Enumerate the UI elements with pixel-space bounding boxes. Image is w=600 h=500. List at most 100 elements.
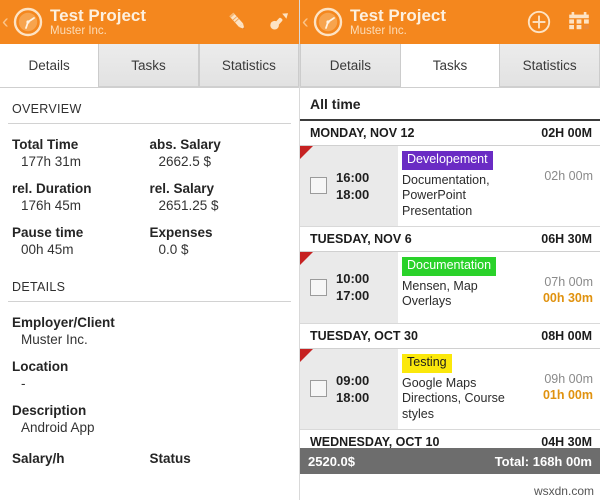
pause-time-value: 00h 45m	[21, 242, 74, 257]
task-times: 09:00 18:00	[336, 372, 369, 406]
task-start-time: 16:00	[336, 169, 370, 185]
left-tab-bar: Details Tasks Statistics	[0, 44, 299, 88]
day-total: 08H 00M	[541, 328, 592, 343]
page-subtitle: Muster Inc.	[50, 25, 107, 38]
screen-details: ‹ Test Project Muster Inc. Details Tasks…	[0, 0, 300, 500]
description-value: Android App	[21, 420, 95, 435]
task-end-time: 18:00	[336, 389, 370, 405]
total-time-label: Total Time	[12, 137, 79, 152]
total-time-value: 177h 31m	[21, 154, 82, 169]
day-header: MONDAY, NOV 12 02H 00M	[300, 121, 600, 146]
expenses-value: 0.0 $	[158, 242, 189, 257]
summary-total: Total: 168h 00m	[494, 453, 592, 469]
task-duration: 07h 00m	[544, 274, 593, 289]
back-chevron-icon[interactable]: ‹	[302, 12, 312, 32]
task-description: Mensen, Map Overlays	[402, 278, 478, 309]
right-title-block: Test Project Muster Inc.	[350, 5, 526, 38]
calendar-icon[interactable]	[566, 9, 592, 35]
rel-duration-label: rel. Duration	[12, 181, 92, 196]
unbilled-flag-icon	[300, 251, 313, 265]
left-action-icons	[225, 9, 291, 35]
task-checkbox[interactable]	[310, 278, 327, 296]
employer-label: Employer/Client	[12, 315, 115, 330]
tab-details[interactable]: Details	[300, 44, 401, 87]
day-header: TUESDAY, OCT 30 08H 00M	[300, 323, 600, 349]
task-start-time: 09:00	[336, 372, 370, 388]
rel-salary-label: rel. Salary	[149, 181, 215, 196]
stopwatch-logo-icon	[13, 7, 43, 37]
screen-tasks: ‹ Test Project Muster Inc. Details Tasks…	[300, 0, 600, 500]
description-label: Description	[12, 403, 87, 418]
day-header: TUESDAY, NOV 6 06H 30M	[300, 226, 600, 252]
add-circle-icon[interactable]	[526, 9, 552, 35]
task-category-badge: Developement	[402, 151, 493, 170]
details-footer-labels: Salary/h Status	[0, 442, 299, 466]
left-action-bar: ‹ Test Project Muster Inc.	[0, 0, 299, 44]
task-duration: 02h 00m	[544, 169, 593, 183]
unbilled-flag-icon	[300, 146, 313, 159]
left-title-block: Test Project Muster Inc.	[50, 5, 225, 38]
task-durations: 07h 00m 00h 30m	[526, 252, 600, 323]
unbilled-flag-icon	[300, 348, 313, 362]
task-pause: 00h 30m	[542, 291, 593, 306]
tab-details[interactable]: Details	[0, 44, 99, 87]
tab-statistics[interactable]: Statistics	[499, 44, 600, 87]
right-tab-bar: Details Tasks Statistics	[300, 44, 600, 88]
task-row[interactable]: 10:00 17:00 Documentation Mensen, Map Ov…	[300, 251, 600, 324]
task-category-badge: Testing	[402, 353, 452, 373]
details-divider	[8, 301, 291, 302]
task-end-time: 17:00	[336, 288, 370, 304]
watermark: wsxdn.com	[533, 484, 594, 498]
employer-value: Muster Inc.	[21, 332, 88, 347]
day-date: TUESDAY, OCT 30	[310, 328, 418, 343]
details-fields: Employer/Client Muster Inc. Location - D…	[0, 306, 299, 442]
page-title: Test Project	[350, 5, 447, 25]
page-subtitle: Muster Inc.	[350, 25, 407, 38]
day-total: 06H 30M	[541, 231, 592, 246]
pause-time-label: Pause time	[12, 225, 84, 240]
day-total: 02H 00M	[541, 126, 592, 140]
stopwatch-logo-icon	[313, 7, 343, 37]
abs-salary-label: abs. Salary	[149, 137, 221, 152]
overview-heading: OVERVIEW	[12, 102, 82, 116]
status-label: Status	[149, 451, 191, 466]
task-row-times-block: 10:00 17:00	[300, 251, 398, 323]
day-date: TUESDAY, NOV 6	[310, 231, 412, 246]
rel-duration-value: 176h 45m	[21, 198, 82, 213]
task-checkbox[interactable]	[310, 380, 327, 398]
tab-statistics[interactable]: Statistics	[198, 44, 299, 87]
task-row[interactable]: 09:00 18:00 Testing Google Maps Directio…	[300, 348, 600, 430]
time-filter-label[interactable]: All time	[300, 88, 600, 121]
day-date: WEDNESDAY, OCT 10	[310, 434, 440, 449]
rel-salary-value: 2651.25 $	[158, 198, 219, 213]
task-checkbox[interactable]	[310, 177, 327, 195]
summary-amount: 2520.0$	[308, 453, 355, 469]
tab-tasks[interactable]: Tasks	[98, 44, 199, 87]
task-list: MONDAY, NOV 12 02H 00M 16:00 18:00 Devel…	[300, 121, 600, 455]
overview-grid: Total Time abs. Salary 177h 31m 2662.5 $…	[0, 128, 299, 264]
task-pause: 01h 00m	[542, 388, 593, 403]
details-heading: DETAILS	[12, 280, 66, 294]
task-content: Testing Google Maps Directions, Course s…	[398, 349, 526, 429]
task-row-times-block: 09:00 18:00	[300, 348, 398, 429]
task-category-badge: Documentation	[402, 256, 497, 276]
expenses-label: Expenses	[149, 225, 213, 240]
summary-bar: 2520.0$ Total: 168h 00m	[300, 448, 600, 474]
task-start-time: 10:00	[336, 271, 370, 287]
tab-tasks[interactable]: Tasks	[400, 44, 500, 87]
task-durations: 02h 00m	[526, 146, 600, 226]
edit-pencil-icon[interactable]	[225, 9, 251, 35]
salary-per-hour-label: Salary/h	[12, 451, 65, 466]
abs-salary-value: 2662.5 $	[158, 154, 212, 169]
back-chevron-icon[interactable]: ‹	[2, 12, 12, 32]
task-durations: 09h 00m 01h 00m	[526, 349, 600, 429]
overview-divider	[8, 123, 291, 124]
task-description: Documentation, PowerPoint Presentation	[402, 172, 490, 219]
location-label: Location	[12, 359, 69, 374]
day-total: 04H 30M	[541, 434, 592, 449]
right-action-bar: ‹ Test Project Muster Inc.	[300, 0, 600, 44]
task-content: Developement Documentation, PowerPoint P…	[398, 146, 526, 226]
task-row[interactable]: 16:00 18:00 Developement Documentation, …	[300, 146, 600, 227]
page-title: Test Project	[50, 5, 147, 25]
pin-icon[interactable]	[265, 9, 291, 35]
